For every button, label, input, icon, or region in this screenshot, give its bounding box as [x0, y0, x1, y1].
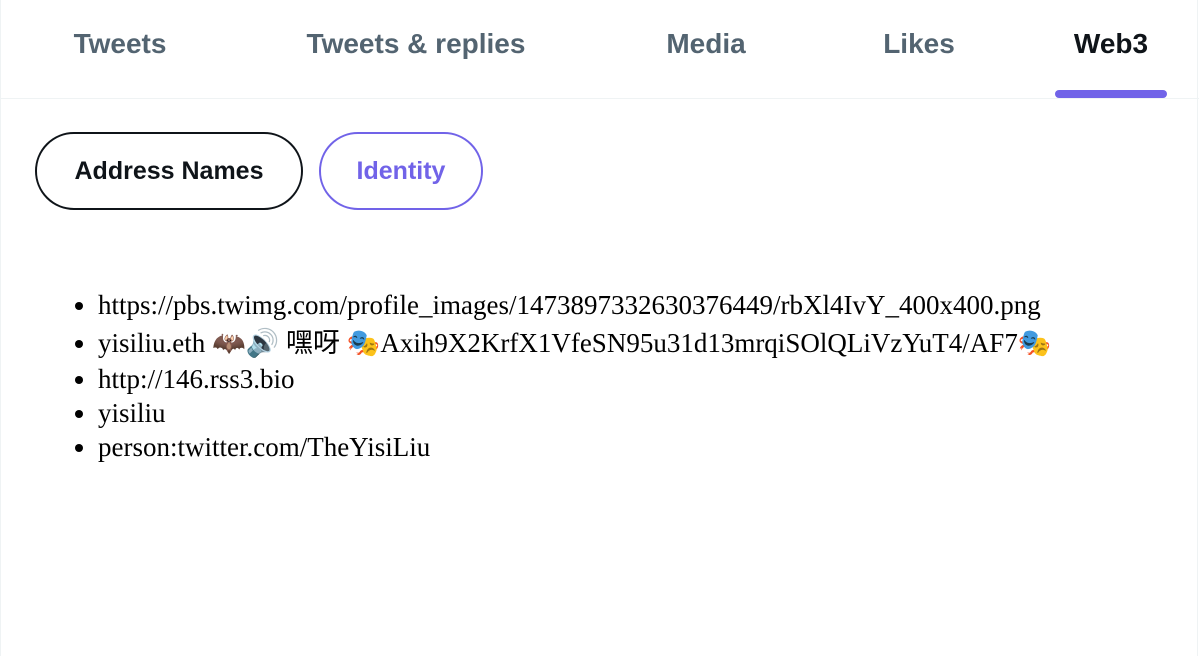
active-tab-indicator: [1055, 90, 1167, 98]
identity-item-avatar-url: https://pbs.twimg.com/profile_images/147…: [98, 286, 1051, 324]
tab-media[interactable]: Media: [631, 0, 781, 98]
identity-item-bio: yisiliu.eth 🦇🔊 嘿呀 🎭Axih9X2KrfX1VfeSN95u3…: [98, 324, 1051, 362]
tab-web3[interactable]: Web3: [1041, 0, 1181, 98]
tab-tweets-label: Tweets: [73, 28, 167, 59]
tab-tweets-and-replies-label: Tweets & replies: [306, 28, 526, 59]
tab-likes-label: Likes: [883, 28, 955, 59]
tab-tweets-and-replies[interactable]: Tweets & replies: [281, 0, 551, 98]
identity-item-twitter-person: person:twitter.com/TheYisiLiu: [98, 430, 1051, 464]
tab-tweets[interactable]: Tweets: [37, 0, 203, 98]
identity-list: https://pbs.twimg.com/profile_images/147…: [1, 286, 1051, 464]
address-names-button[interactable]: Address Names: [35, 132, 303, 210]
identity-item-rss3-link: http://146.rss3.bio: [98, 362, 1051, 396]
identity-item-username: yisiliu: [98, 396, 1051, 430]
tab-media-label: Media: [666, 28, 746, 59]
tab-web3-label: Web3: [1073, 28, 1149, 59]
identity-button[interactable]: Identity: [319, 132, 483, 210]
profile-tab-bar: Tweets Tweets & replies Media Likes Web3: [1, 0, 1199, 99]
tab-likes[interactable]: Likes: [851, 0, 987, 98]
profile-panel: Tweets Tweets & replies Media Likes Web3…: [0, 0, 1199, 656]
